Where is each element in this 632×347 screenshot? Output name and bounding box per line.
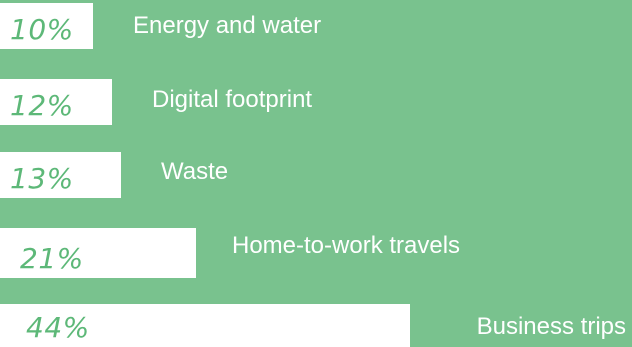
bar-value-label: 21% [20,242,84,275]
bar-value-label: 12% [10,89,74,122]
category-label: Business trips [477,313,626,340]
category-label: Digital footprint [152,86,312,113]
bar-value-label: 13% [10,162,74,195]
bar-value-label: 44% [26,311,90,344]
category-label: Waste [161,158,228,185]
category-label: Home-to-work travels [232,232,460,259]
bar-value-label: 10% [10,13,74,46]
chart: 10% Energy and water 12% Digital footprint 1… [0,0,632,347]
category-label: Energy and water [133,12,321,39]
